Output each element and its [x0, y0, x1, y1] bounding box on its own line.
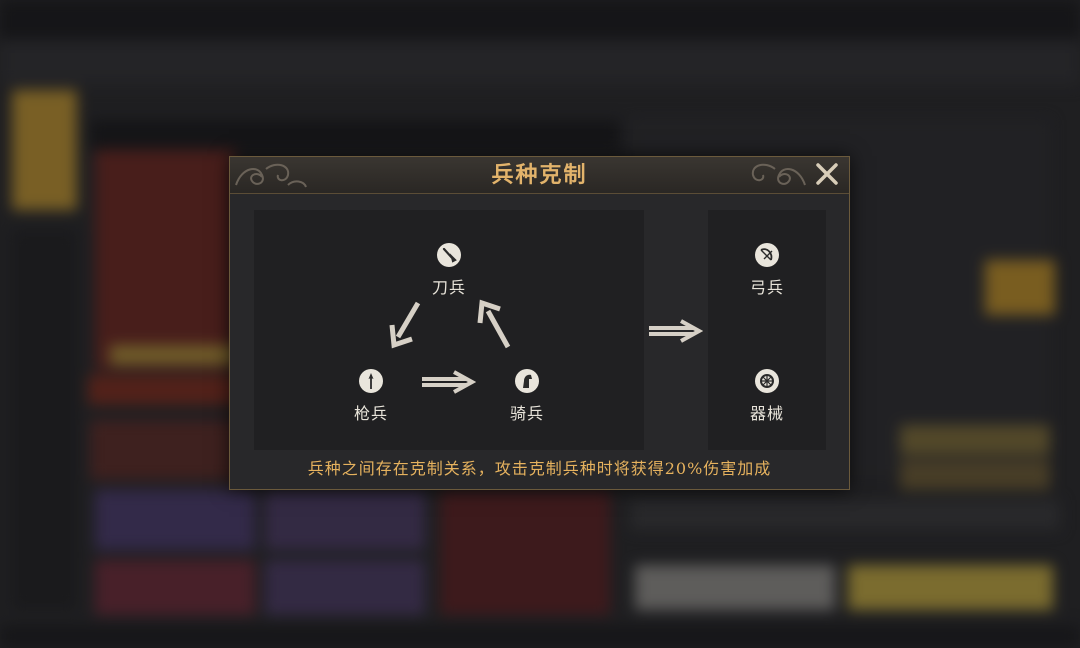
unit-spear: 枪兵 [336, 369, 406, 424]
unit-counter-dialog: 兵种克制 刀兵 枪兵 骑兵 弓兵 器械 兵种之间存在克制关系，攻击克制兵种时将获… [229, 156, 850, 490]
arrow-to-neutral-units-icon [649, 319, 703, 343]
cloud-ornament-icon [751, 163, 806, 186]
arrow-blade-to-spear-icon [389, 301, 421, 349]
unit-cavalry: 骑兵 [492, 369, 562, 424]
unit-blade: 刀兵 [414, 243, 484, 298]
horse-icon [515, 369, 539, 393]
wheel-icon [755, 369, 779, 393]
unit-siege: 器械 [732, 369, 802, 424]
spear-icon [359, 369, 383, 393]
arrow-cavalry-to-blade-icon [477, 299, 511, 349]
counter-bonus-text: 兵种之间存在克制关系，攻击克制兵种时将获得20%伤害加成 [307, 459, 772, 478]
unit-archer: 弓兵 [732, 243, 802, 298]
arrow-spear-to-cavalry-icon [422, 370, 476, 394]
close-icon[interactable] [815, 162, 839, 186]
bow-icon [755, 243, 779, 267]
sword-icon [437, 243, 461, 267]
dialog-header: 兵种克制 [230, 157, 849, 194]
